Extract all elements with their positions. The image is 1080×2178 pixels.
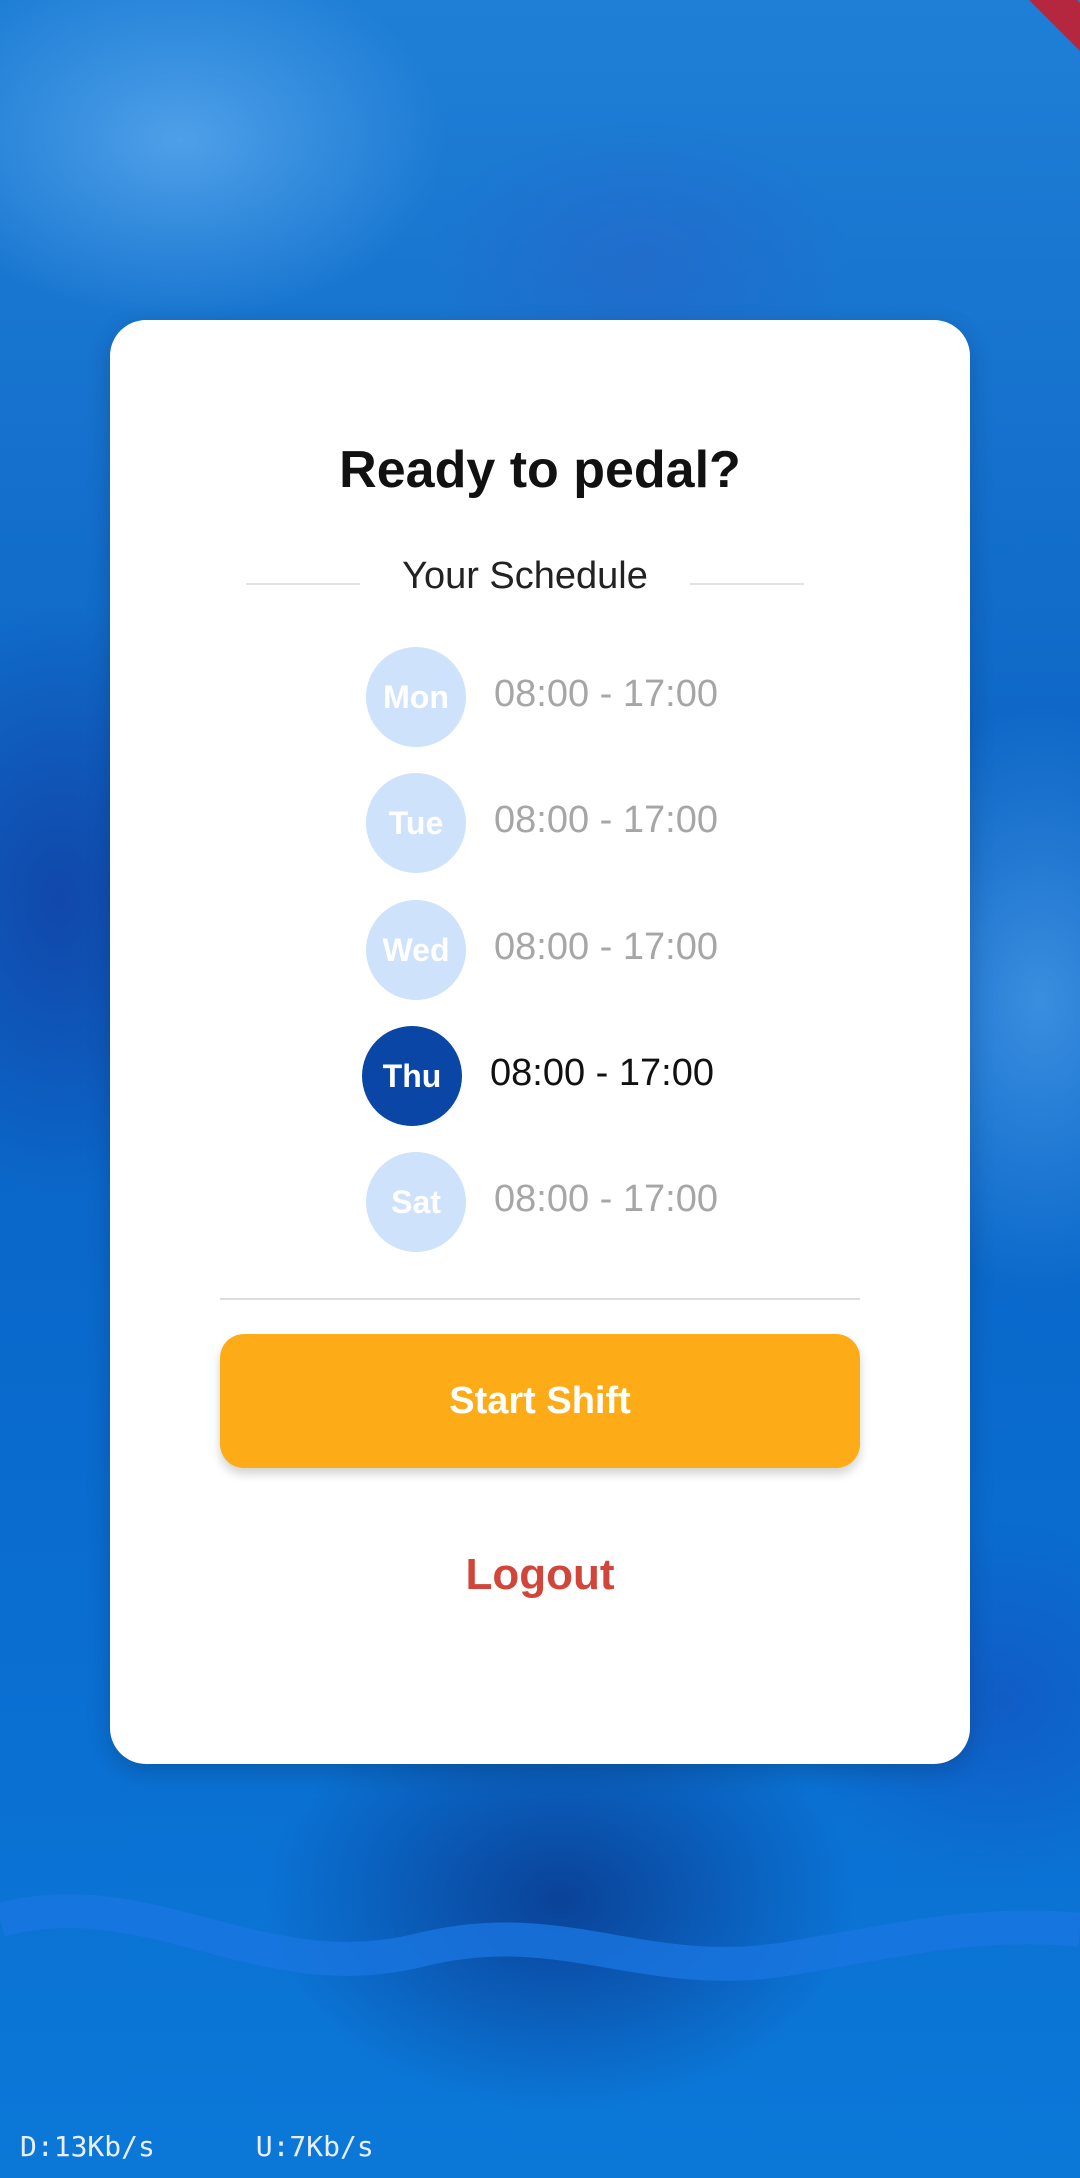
day-badge: Sat <box>366 1152 466 1252</box>
day-badge: Mon <box>366 647 466 747</box>
network-speed-overlay: D:13Kb/s U:7Kb/s <box>20 2130 374 2163</box>
schedule-row-thu: Thu 08:00 - 17:00 <box>362 1026 786 1126</box>
schedule-header-divider-right <box>690 583 804 585</box>
start-shift-button[interactable]: Start Shift <box>220 1334 860 1468</box>
day-hours-active: 08:00 - 17:00 <box>490 1052 714 1094</box>
schedule-header: Your Schedule <box>110 555 970 605</box>
schedule-row-sat: Sat 08:00 - 17:00 <box>366 1152 786 1252</box>
schedule-row-tue: Tue 08:00 - 17:00 <box>366 773 786 873</box>
actions-divider <box>220 1298 860 1300</box>
schedule-row-mon: Mon 08:00 - 17:00 <box>366 647 786 747</box>
day-hours: 08:00 - 17:00 <box>494 926 718 968</box>
background-wave <box>0 1894 1080 1981</box>
schedule-header-label: Your Schedule <box>402 555 648 597</box>
upload-speed: U:7Kb/s <box>255 2130 374 2163</box>
card-title: Ready to pedal? <box>339 441 741 499</box>
day-hours: 08:00 - 17:00 <box>494 1178 718 1220</box>
shift-card: Ready to pedal? Your Schedule Mon 08:00 … <box>110 320 970 1764</box>
logout-button[interactable]: Logout <box>390 1540 690 1610</box>
day-badge: Tue <box>366 773 466 873</box>
day-badge-active: Thu <box>362 1026 462 1126</box>
day-badge: Wed <box>366 900 466 1000</box>
download-speed: D:13Kb/s <box>20 2130 155 2163</box>
schedule-row-wed: Wed 08:00 - 17:00 <box>366 900 786 1000</box>
schedule-header-divider-left <box>246 583 360 585</box>
day-hours: 08:00 - 17:00 <box>494 673 718 715</box>
day-hours: 08:00 - 17:00 <box>494 799 718 841</box>
